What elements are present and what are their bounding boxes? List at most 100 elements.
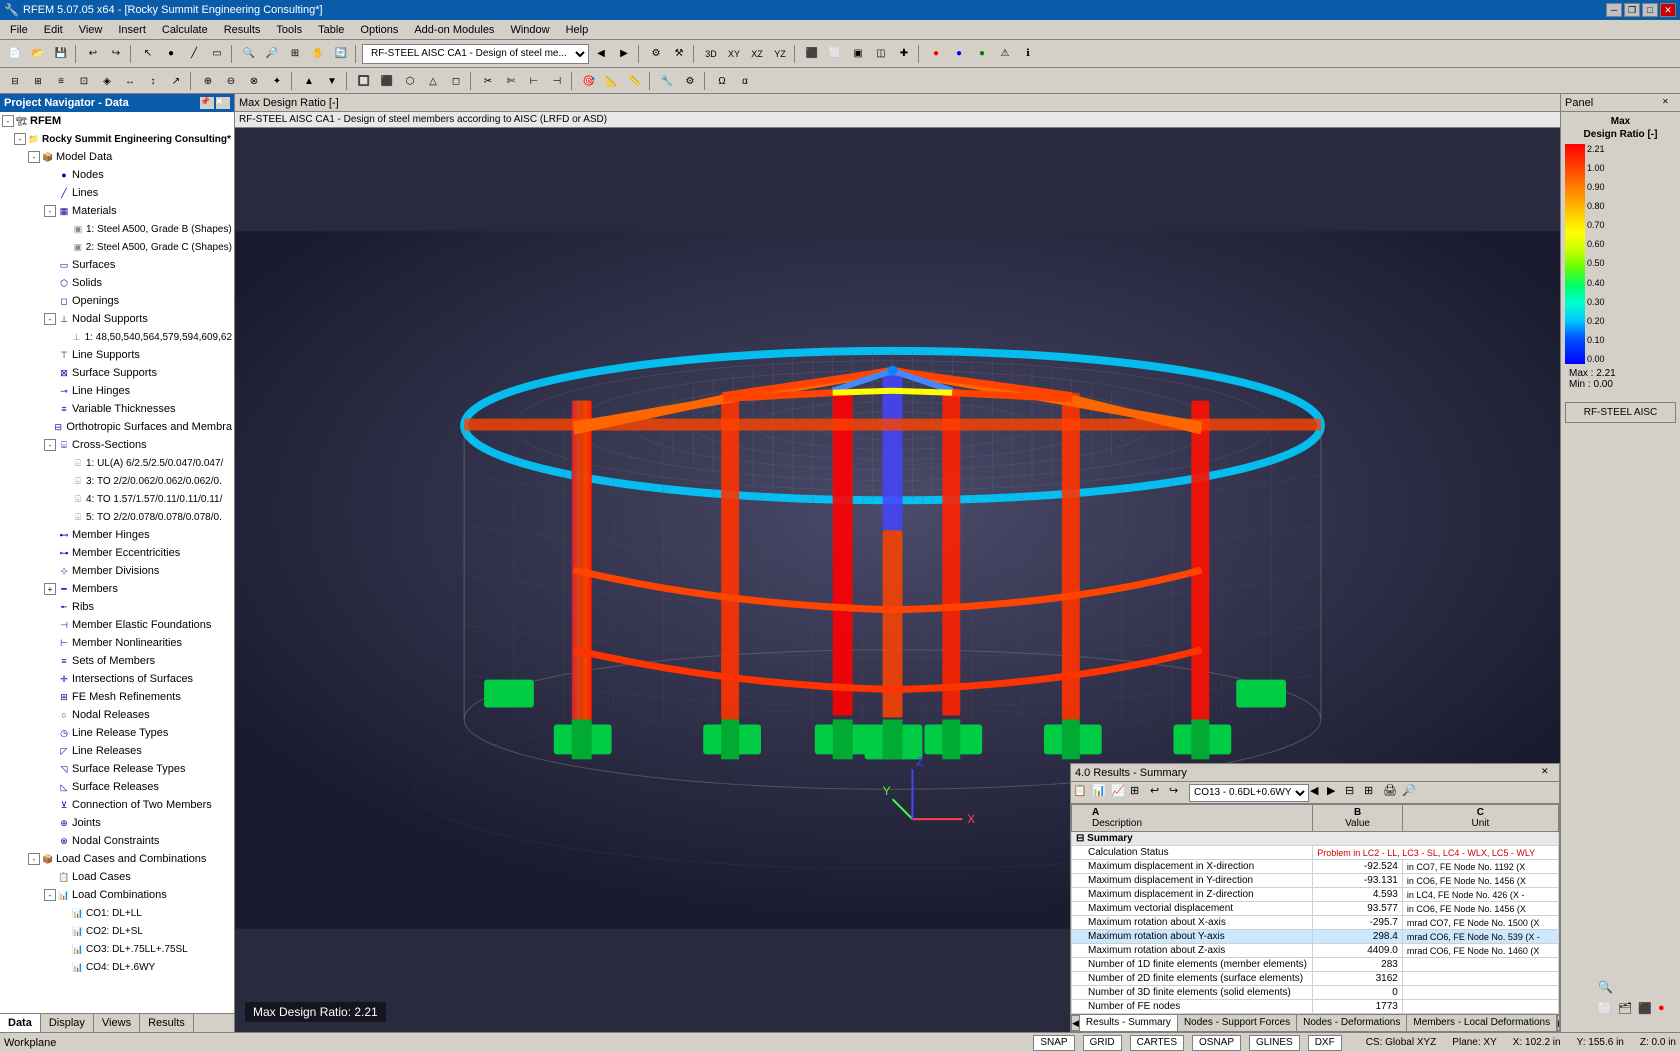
expand-load[interactable]: - xyxy=(28,853,40,865)
tb2-17[interactable]: ⬡ xyxy=(399,70,421,92)
tb-zoom-all[interactable]: ⊞ xyxy=(284,43,306,65)
tree-cs5[interactable]: ⌹ 5: TO 2/2/0.078/0.078/0.078/0. xyxy=(0,508,234,526)
tb2-27[interactable]: 🔧 xyxy=(656,70,678,92)
tb-next[interactable]: ▶ xyxy=(613,43,635,65)
nav-tab-display[interactable]: Display xyxy=(41,1014,94,1032)
tb2-26[interactable]: 📏 xyxy=(624,70,646,92)
tb2-29[interactable]: Ω xyxy=(711,70,733,92)
panel-close-btn[interactable]: ✕ xyxy=(1662,97,1676,109)
tb2-30[interactable]: α xyxy=(734,70,756,92)
tree-co2[interactable]: 📊 CO2: DL+SL xyxy=(0,922,234,940)
tree-nodal-supports[interactable]: - ⊥ Nodal Supports xyxy=(0,310,234,328)
row-rot-z[interactable]: Maximum rotation about Z-axis 4409.0 mra… xyxy=(1072,944,1559,958)
menu-options[interactable]: Options xyxy=(352,22,406,38)
row-disp-z[interactable]: Maximum displacement in Z-direction 4.59… xyxy=(1072,888,1559,902)
row-disp-x[interactable]: Maximum displacement in X-direction -92.… xyxy=(1072,860,1559,874)
results-tabs-prev[interactable]: ◀ xyxy=(1071,1015,1080,1031)
tb2-7[interactable]: ↕ xyxy=(142,70,164,92)
rt-btn3[interactable]: 📈 xyxy=(1111,784,1129,802)
tb2-2[interactable]: ⊞ xyxy=(27,70,49,92)
tree-nodal-releases[interactable]: ○ Nodal Releases xyxy=(0,706,234,724)
row-fe-nodes[interactable]: Number of FE nodes 1773 xyxy=(1072,1000,1559,1014)
tree-cross-sections[interactable]: - ⌸ Cross-Sections xyxy=(0,436,234,454)
minimize-button[interactable]: ─ xyxy=(1606,3,1622,17)
row-rot-y[interactable]: Maximum rotation about Y-axis 298.4 mrad… xyxy=(1072,930,1559,944)
rf-steel-button[interactable]: RF-STEEL AISC xyxy=(1565,402,1676,423)
results-tab-members-local[interactable]: Members - Local Deformations xyxy=(1407,1015,1557,1031)
tb2-24[interactable]: 🎯 xyxy=(578,70,600,92)
tb2-28[interactable]: ⚙ xyxy=(679,70,701,92)
tree-member-eccentricities[interactable]: ⊶ Member Eccentricities xyxy=(0,544,234,562)
viewport[interactable]: X Y Z xyxy=(235,128,1560,1032)
tb-yz[interactable]: YZ xyxy=(769,43,791,65)
nav-pin-btn[interactable]: 📌 xyxy=(200,97,214,109)
expand-project[interactable]: - xyxy=(14,133,26,145)
expand-load-combo[interactable]: - xyxy=(44,889,56,901)
tb-rotate[interactable]: 🔄 xyxy=(330,43,352,65)
rp-icon1[interactable]: ⬜ xyxy=(1598,1002,1616,1020)
row-disp-vec[interactable]: Maximum vectorial displacement 93.577 in… xyxy=(1072,902,1559,916)
cartes-toggle[interactable]: CARTES xyxy=(1130,1035,1184,1051)
tb-zoom-out[interactable]: 🔎 xyxy=(261,43,283,65)
maximize-button[interactable]: □ xyxy=(1642,3,1658,17)
tb-color3[interactable]: ● xyxy=(971,43,993,65)
expand-nodal-supports[interactable]: - xyxy=(44,313,56,325)
rt-btn10[interactable]: 🔎 xyxy=(1402,784,1420,802)
tree-rfem-root[interactable]: - 🏗 RFEM xyxy=(0,112,234,130)
tree-co1[interactable]: 📊 CO1: DL+LL xyxy=(0,904,234,922)
menu-results[interactable]: Results xyxy=(216,22,269,38)
module-dropdown[interactable]: RF-STEEL AISC CA1 - Design of steel me..… xyxy=(362,44,589,64)
tree-load-cases[interactable]: 📋 Load Cases xyxy=(0,868,234,886)
rp-icon4[interactable]: ● xyxy=(1658,1002,1676,1020)
results-close-btn[interactable]: ✕ xyxy=(1541,766,1555,780)
tb-display2[interactable]: ⬜ xyxy=(824,43,846,65)
rp-zoom-icon[interactable]: 🔍 xyxy=(1598,980,1618,1000)
rt-btn9[interactable]: 🖨 xyxy=(1383,784,1401,802)
tree-co3[interactable]: 📊 CO3: DL+.75LL+.75SL xyxy=(0,940,234,958)
menu-file[interactable]: File xyxy=(2,22,36,38)
expand-members[interactable]: + xyxy=(44,583,56,595)
tb-display3[interactable]: ▣ xyxy=(847,43,869,65)
row-disp-y[interactable]: Maximum displacement in Y-direction -93.… xyxy=(1072,874,1559,888)
rt-btn1[interactable]: 📋 xyxy=(1073,784,1091,802)
tb2-13[interactable]: ▲ xyxy=(298,70,320,92)
tb2-19[interactable]: ◻ xyxy=(445,70,467,92)
tb2-23[interactable]: ⊣ xyxy=(546,70,568,92)
menu-view[interactable]: View xyxy=(71,22,111,38)
tb-prev[interactable]: ◀ xyxy=(590,43,612,65)
results-tab-node-deform[interactable]: Nodes - Deformations xyxy=(1297,1015,1407,1031)
tb-new[interactable]: 📄 xyxy=(4,43,26,65)
tb2-16[interactable]: ⬛ xyxy=(376,70,398,92)
rt-btn4[interactable]: ⊞ xyxy=(1130,784,1148,802)
nav-tab-results[interactable]: Results xyxy=(140,1014,194,1032)
menu-insert[interactable]: Insert xyxy=(110,22,154,38)
tb2-9[interactable]: ⊕ xyxy=(197,70,219,92)
nav-tab-views[interactable]: Views xyxy=(94,1014,140,1032)
grid-toggle[interactable]: GRID xyxy=(1083,1035,1122,1051)
tree-orthotropic[interactable]: ⊟ Orthotropic Surfaces and Membra xyxy=(0,418,234,436)
tree-materials[interactable]: - ▦ Materials xyxy=(0,202,234,220)
tree-surface-release-types[interactable]: ◹ Surface Release Types xyxy=(0,760,234,778)
tb2-20[interactable]: ✂ xyxy=(477,70,499,92)
tree-mat1[interactable]: ▣ 1: Steel A500, Grade B (Shapes) xyxy=(0,220,234,238)
results-combo[interactable]: CO13 - 0.6DL+0.6WY xyxy=(1189,784,1309,802)
tree-member-divisions[interactable]: ⊹ Member Divisions xyxy=(0,562,234,580)
tb2-21[interactable]: ✄ xyxy=(500,70,522,92)
tb-undo[interactable]: ↩ xyxy=(82,43,104,65)
tree-mat2[interactable]: ▣ 2: Steel A500, Grade C (Shapes) xyxy=(0,238,234,256)
rt-btn8[interactable]: ⊞ xyxy=(1364,784,1382,802)
tree-members[interactable]: + ━ Members xyxy=(0,580,234,598)
tree-intersections[interactable]: ✛ Intersections of Surfaces xyxy=(0,670,234,688)
tb2-4[interactable]: ⊡ xyxy=(73,70,95,92)
tree-openings[interactable]: ◻ Openings xyxy=(0,292,234,310)
row-fe1d[interactable]: Number of 1D finite elements (member ele… xyxy=(1072,958,1559,972)
tb-zoom-in[interactable]: 🔍 xyxy=(238,43,260,65)
tree-load-cases-combinations[interactable]: - 📦 Load Cases and Combinations xyxy=(0,850,234,868)
tb2-12[interactable]: ✦ xyxy=(266,70,288,92)
tb-warn[interactable]: ⚠ xyxy=(994,43,1016,65)
results-tab-node-support[interactable]: Nodes - Support Forces xyxy=(1178,1015,1297,1031)
restore-button[interactable]: ❐ xyxy=(1624,3,1640,17)
tb2-6[interactable]: ↔ xyxy=(119,70,141,92)
nav-close-btn[interactable]: ✕ xyxy=(216,97,230,109)
tb-select[interactable]: ↖ xyxy=(137,43,159,65)
